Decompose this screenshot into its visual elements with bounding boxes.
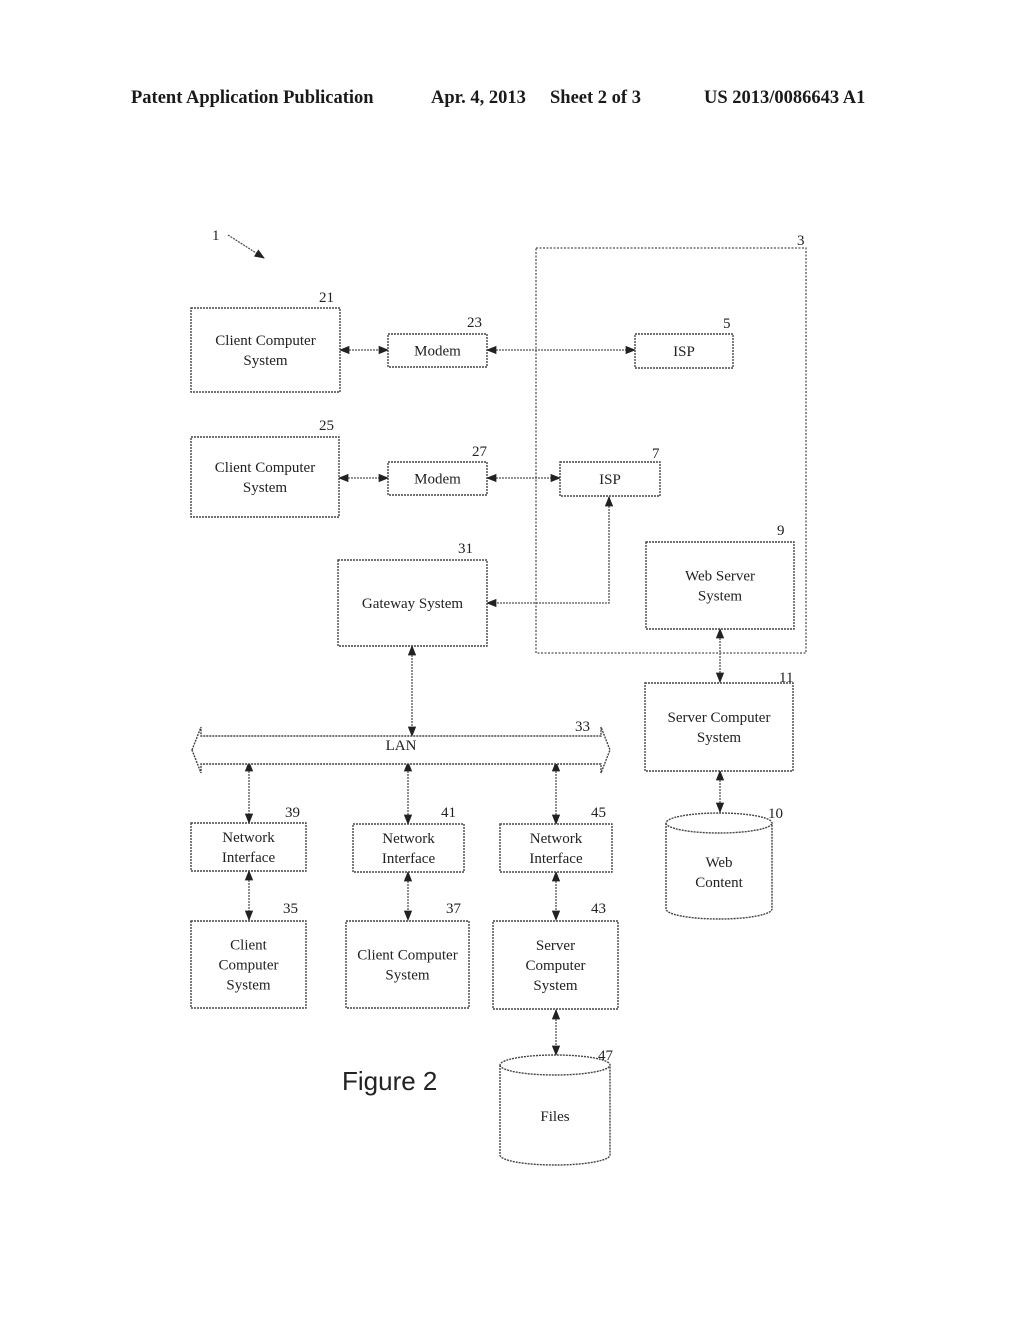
overall-ref-label: 1 [212,228,220,244]
node-server11: Server Computer System 11 [644,670,794,772]
node-isp7: ISP 7 [559,446,661,497]
node-label: System [697,730,742,746]
node-ref-number: 31 [458,541,473,557]
node-label: Client [230,938,267,954]
figure-caption: Figure 2 [342,1066,437,1096]
node-box [644,682,794,772]
node-label: Computer [526,958,586,974]
node-ref-number: 35 [283,901,298,917]
node-box [190,307,341,393]
node-client25: Client Computer System 25 [190,418,340,518]
node-label: Client Computer [215,333,315,349]
node-netif41: Network Interface 41 [352,805,465,873]
node-box [345,920,470,1009]
node-label: System [243,480,288,496]
node-ref-number: 27 [472,444,488,460]
node-label: Network [382,831,435,847]
internet-ref-label: 3 [797,233,805,249]
node-label: Network [530,831,583,847]
node-label: ISP [673,344,695,360]
node-ref-number: 25 [319,418,334,434]
node-label: Content [695,875,743,891]
node-label: Gateway System [362,596,464,612]
node-ref-number: 43 [591,901,606,917]
node-label: System [226,978,271,994]
node-ref-number: 39 [285,805,300,821]
node-ref-number: 37 [446,901,462,917]
node-ref-number: 41 [441,805,456,821]
node-label: Web [705,855,732,871]
node-label: Web Server [685,569,755,585]
node-files47: Files 47 [499,1048,614,1166]
node-webcontent10: Web Content 10 [665,806,783,920]
node-ref-number: 9 [777,523,785,539]
node-box [645,541,795,630]
node-ref-number: 11 [779,670,793,686]
node-ref-number: 47 [598,1048,614,1064]
node-client21: Client Computer System 21 [190,290,341,393]
overall-ref-pointer [227,234,265,259]
node-label: Interface [529,851,583,867]
network-diagram: 3 1 Client ComputerSystem21Modem23ISP5Cl… [190,228,807,1166]
node-ref-number: 21 [319,290,334,306]
edge-isp7-gateway31 [485,495,614,608]
node-ref-number: 5 [723,316,731,332]
node-ref-number: 10 [768,806,783,822]
node-gateway31: Gateway System 31 [337,541,488,647]
node-label: Files [540,1109,569,1125]
node-label: System [243,353,288,369]
node-ref-number: 45 [591,805,606,821]
node-netif45: Network Interface 45 [499,805,613,873]
node-ref-number: 33 [575,719,590,735]
node-label: Computer [219,958,279,974]
diagram-nodes: Client Computer System 21 Modem 23 ISP 5 Client… [190,290,795,1166]
node-isp5: ISP 5 [634,316,734,369]
node-label: System [533,978,578,994]
node-label: System [385,968,430,984]
node-webserver9: Web Server System 9 [645,523,795,630]
node-label: ISP [599,472,621,488]
node-label: Server [536,938,575,954]
node-ref-number: 23 [467,315,482,331]
node-label: System [698,589,743,605]
node-label: Client Computer [357,948,457,964]
node-modem27: Modem 27 [387,444,488,496]
node-box [190,436,340,518]
node-label: Modem [414,472,461,488]
node-label: Interface [382,851,436,867]
node-label: Modem [414,344,461,360]
node-label: LAN [386,738,417,754]
node-lan33: LAN 33 [191,719,611,774]
node-label: Client Computer [215,460,315,476]
node-label: Interface [222,850,276,866]
node-ref-number: 7 [652,446,660,462]
node-modem23: Modem 23 [387,315,488,368]
node-label: Network [222,830,275,846]
node-label: Server Computer [668,710,771,726]
